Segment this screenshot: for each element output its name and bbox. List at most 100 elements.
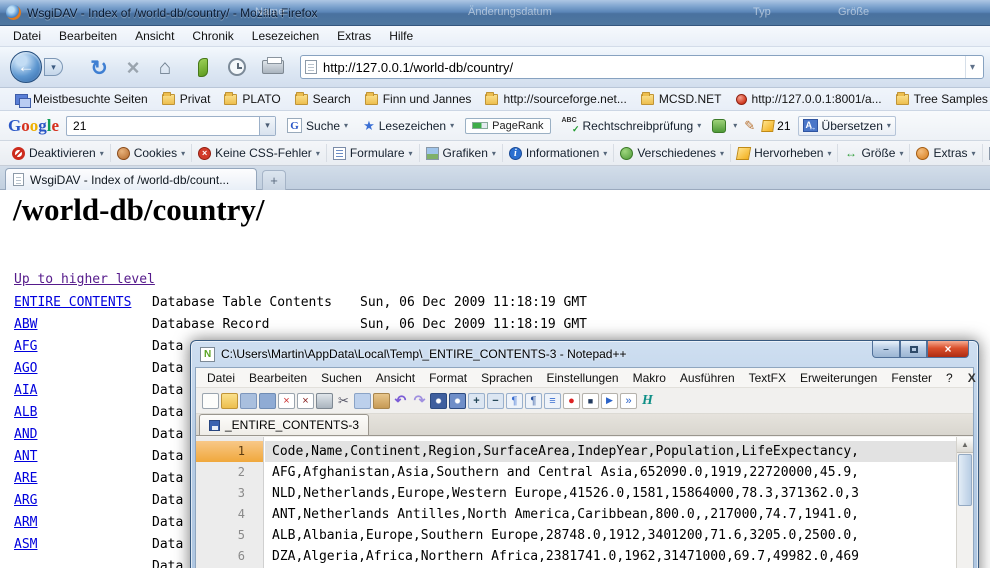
edit-pencil-icon[interactable]: ✎ [744,118,755,134]
toolbar-icon[interactable] [221,393,238,409]
webdev-menu-item[interactable]: Keine CSS-Fehler ▾ [192,144,327,162]
toolbar-icon[interactable] [525,393,542,409]
menu-item[interactable]: Chronik [183,27,242,45]
toolbar-icon[interactable] [392,393,409,409]
scroll-thumb[interactable] [958,454,972,506]
google-search-button[interactable]: G Suche ▾ [283,116,352,135]
listing-name-link[interactable]: ASM [14,534,37,556]
back-button[interactable] [10,51,42,83]
close-document-x[interactable]: X [960,371,984,385]
menu-item[interactable]: Datei [4,27,50,45]
notepad-menu-item[interactable]: Suchen [314,369,369,387]
url-bar[interactable]: http://127.0.0.1/world-db/country/ ▾ [300,55,984,79]
notebook-icon[interactable] [712,119,726,133]
toolbar-icon[interactable] [468,393,485,409]
editor[interactable]: 123456 Code,Name,Continent,Region,Surfac… [196,437,973,568]
toolbar-icon[interactable] [601,393,618,409]
up-link[interactable]: Up to higher level [14,272,155,287]
toolbar-icon[interactable] [582,393,599,409]
google-search-value[interactable]: 21 [73,119,259,133]
notepad-menu-item[interactable]: ? [939,369,960,387]
firefox-titlebar[interactable]: WsgiDAV - Index of /world-db/country/ - … [0,0,990,26]
toolbar-icon[interactable] [506,393,523,409]
home-button[interactable]: ⌂ [152,55,178,81]
close-button[interactable]: × [927,341,969,358]
new-tab-button[interactable]: + [262,170,286,190]
addon-leaf-icon[interactable] [198,58,208,77]
webdev-menu-item[interactable]: Informationen ▾ [503,144,614,162]
tab-wsgidav[interactable]: WsgiDAV - Index of /world-db/count... [5,168,257,190]
webdev-menu-item[interactable]: Formulare ▾ [327,144,420,162]
history-clock-icon[interactable] [228,58,246,76]
notepad-tab[interactable]: _ENTIRE_CONTENTS-3 [199,414,369,435]
bookmark-item[interactable]: PLATO [217,90,287,108]
notepad-titlebar[interactable]: C:\Users\Martin\AppData\Local\Temp\_ENTI… [191,341,978,367]
listing-name-link[interactable]: ARM [14,512,37,534]
notepad-menu-item[interactable]: Erweiterungen [793,369,884,387]
menu-item[interactable]: Lesezeichen [243,27,328,45]
notepad-menu-item[interactable]: Datei [200,369,242,387]
scroll-up-arrow[interactable]: ▲ [957,437,973,453]
toolbar-icon[interactable] [620,393,637,409]
toolbar-icon[interactable] [639,393,656,409]
webdev-menu-item[interactable]: Quelltext ▾ [983,144,990,162]
webdev-menu-item[interactable]: Hervorheben ▾ [731,144,838,162]
notepad-menu-item[interactable]: Sprachen [474,369,539,387]
toolbar-icon[interactable] [373,393,390,409]
webdev-menu-item[interactable]: Extras ▾ [910,144,982,162]
toolbar-icon[interactable] [335,393,352,409]
notepad-menu-item[interactable]: Ansicht [369,369,422,387]
toolbar-icon[interactable] [297,393,314,409]
translate-button[interactable]: Übersetzen ▾ [798,116,896,136]
menu-item[interactable]: Hilfe [380,27,422,45]
menu-item[interactable]: Ansicht [126,27,183,45]
stop-button[interactable]: × [120,55,146,81]
bookmark-item[interactable]: Search [288,90,358,108]
webdev-menu-item[interactable]: Deaktivieren ▾ [6,144,111,162]
listing-name-link[interactable]: ENTIRE CONTENTS [14,292,131,314]
notepad-menu-item[interactable]: Ausführen [673,369,742,387]
google-search-dropdown[interactable]: ▾ [259,117,275,135]
bookmark-item[interactable]: Meistbesuchte Seiten [8,90,155,108]
url-dropdown[interactable]: ▾ [965,56,979,78]
webdev-menu-item[interactable]: Cookies ▾ [111,144,192,162]
toolbar-icon[interactable] [449,393,466,409]
listing-name-link[interactable]: ALB [14,402,37,424]
reload-button[interactable]: ↻ [86,55,112,81]
notepad-menu-item[interactable]: Einstellungen [540,369,626,387]
listing-name-link[interactable]: AND [14,424,37,446]
maximize-button[interactable] [900,341,927,358]
minimize-button[interactable]: – [872,341,900,358]
bookmark-item[interactable]: Tree Samples [889,90,990,108]
listing-name-link[interactable]: AIA [14,380,37,402]
code-area[interactable]: Code,Name,Continent,Region,SurfaceArea,I… [265,437,956,568]
toolbar-icon[interactable] [563,393,580,409]
webdev-menu-item[interactable]: Verschiedenes ▾ [614,144,731,162]
toolbar-icon[interactable] [544,393,561,409]
bookmark-item[interactable]: Privat [155,90,218,108]
notepad-menu-item[interactable]: Format [422,369,474,387]
listing-name-link[interactable]: ANT [14,446,37,468]
toolbar-icon[interactable] [202,393,219,409]
notepad-menu-item[interactable]: TextFX [742,369,793,387]
back-history-dropdown[interactable] [44,58,63,76]
vertical-scrollbar[interactable]: ▲ [956,437,973,568]
notepad-menu-item[interactable]: Bearbeiten [242,369,314,387]
bookmark-item[interactable]: http://127.0.0.1:8001/a... [729,90,889,108]
listing-name-link[interactable]: ARE [14,468,37,490]
notepad-menu-item[interactable]: Fenster [884,369,939,387]
listing-name-link[interactable]: ABW [14,314,37,336]
menu-item[interactable]: Extras [328,27,380,45]
url-text[interactable]: http://127.0.0.1/world-db/country/ [323,60,959,75]
spellcheck-button[interactable]: Rechtschreibprüfung ▾ [558,117,706,135]
menu-item[interactable]: Bearbeiten [50,27,126,45]
bookmark-item[interactable]: http://sourceforge.net... [478,90,633,108]
listing-name-link[interactable]: AFG [14,336,37,358]
google-bookmarks-button[interactable]: ★ Lesezeichen ▾ [359,116,458,136]
toolbar-icon[interactable] [430,393,447,409]
toolbar-icon[interactable] [316,393,333,409]
toolbar-icon[interactable] [259,393,276,409]
bookmark-item[interactable]: Finn und Jannes [358,90,479,108]
webdev-menu-item[interactable]: Grafiken ▾ [420,144,503,162]
toolbar-icon[interactable] [278,393,295,409]
